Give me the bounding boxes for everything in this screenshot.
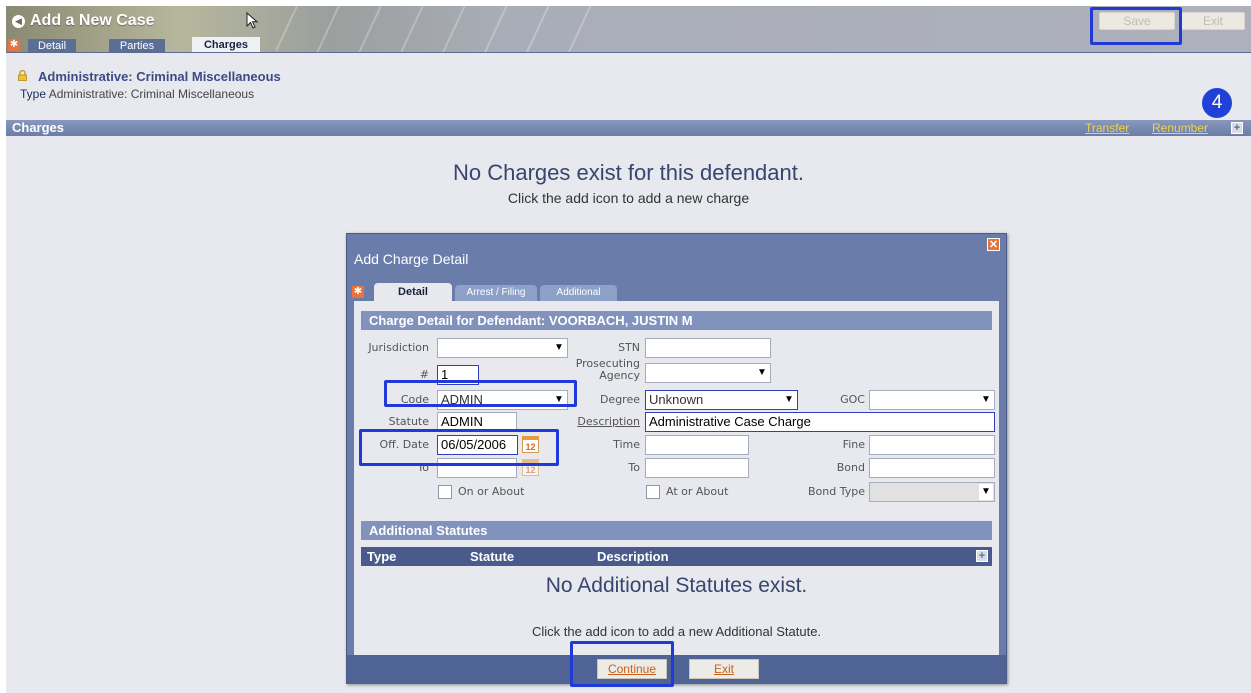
mouse-cursor-icon [246, 12, 259, 29]
chevron-down-icon: ▼ [979, 392, 993, 408]
chevron-down-icon: ▼ [755, 365, 769, 381]
goc-select[interactable]: ▼ [869, 390, 995, 410]
description-label: Description [577, 415, 640, 428]
no-charges-hint: Click the add icon to add a new charge [507, 190, 750, 206]
lock-icon [18, 70, 27, 81]
close-icon[interactable]: ✕ [987, 238, 1000, 251]
bond-label: Bond [836, 461, 865, 474]
case-type: Type Administrative: Criminal Miscellane… [20, 87, 254, 101]
dialog-tabs: ✱ Detail Arrest / Filing Additional [347, 283, 1006, 301]
case-type-value: Administrative: Criminal Miscellaneous [48, 87, 255, 101]
renumber-link[interactable]: Renumber [1152, 121, 1208, 135]
save-highlight-box [1090, 7, 1182, 45]
description-input[interactable]: Administrative Case Charge [645, 412, 995, 432]
offense-date-highlight-box [359, 429, 559, 466]
add-statute-icon[interactable]: + [976, 550, 988, 562]
fine-input[interactable] [869, 435, 995, 455]
charge-detail-section-header: Charge Detail for Defendant: VOORBACH, J… [361, 311, 992, 330]
chevron-down-icon: ▼ [979, 484, 993, 500]
tab-arrest-filing[interactable]: Arrest / Filing [455, 285, 537, 301]
statute-label: Statute [388, 415, 429, 428]
prosecuting-agency-label: Prosecuting Agency [575, 357, 640, 382]
at-or-about-label: At or About [666, 485, 729, 498]
exit-button[interactable]: Exit [1181, 12, 1245, 30]
case-title: Administrative: Criminal Miscellaneous [38, 69, 281, 84]
code-highlight-box [384, 380, 577, 407]
bond-type-select[interactable]: ▼ [869, 482, 995, 502]
back-arrow-icon[interactable]: ◀ [12, 15, 25, 28]
header-divider [6, 52, 1251, 53]
tab-parties[interactable]: Parties [109, 39, 165, 53]
time-input[interactable] [645, 435, 749, 455]
column-type: Type [367, 549, 397, 564]
continue-highlight-box [570, 641, 674, 687]
time-to-input[interactable] [645, 458, 749, 478]
time-to-label: To [628, 461, 640, 474]
on-or-about-checkbox[interactable] [438, 485, 452, 499]
fine-label: Fine [842, 438, 865, 451]
dialog-body: Charge Detail for Defendant: VOORBACH, J… [354, 301, 999, 655]
star-icon[interactable]: ✱ [8, 39, 20, 51]
column-description: Description [597, 549, 669, 564]
no-statutes-hint: Click the add icon to add a new Addition… [531, 624, 822, 639]
dialog-footer: Continue Exit [347, 655, 1006, 684]
goc-label: GOC [840, 393, 865, 406]
tab-detail[interactable]: Detail [374, 283, 452, 301]
add-charge-icon[interactable]: + [1231, 122, 1243, 134]
statutes-table-header: Type Statute Description + [361, 547, 992, 566]
page-header: ◀ Add a New Case ✱ Detail Parties Charge… [6, 6, 1251, 53]
prosecuting-agency-select[interactable]: ▼ [645, 363, 771, 383]
stn-label: STN [618, 341, 640, 354]
header-tabs: ✱ Detail Parties Charges [6, 37, 406, 53]
app-window: ◀ Add a New Case ✱ Detail Parties Charge… [6, 6, 1251, 693]
on-or-about-label: On or About [458, 485, 525, 498]
at-or-about-checkbox[interactable] [646, 485, 660, 499]
jurisdiction-label: Jurisdiction [368, 341, 429, 354]
transfer-link[interactable]: Transfer [1085, 121, 1129, 135]
case-type-label: Type [20, 87, 47, 101]
jurisdiction-select[interactable]: ▼ [437, 338, 568, 358]
bond-input[interactable] [869, 458, 995, 478]
column-statute: Statute [470, 549, 515, 564]
tab-charges[interactable]: Charges [192, 37, 260, 53]
tab-detail[interactable]: Detail [28, 39, 76, 53]
star-icon[interactable]: ✱ [352, 286, 364, 298]
stn-input[interactable] [645, 338, 771, 358]
tab-additional[interactable]: Additional [540, 285, 617, 301]
bond-type-label: Bond Type [808, 485, 865, 498]
no-charges-message: No Charges exist for this defendant. [453, 160, 804, 185]
dialog-title: Add Charge Detail [354, 251, 469, 267]
page-title: Add a New Case [30, 12, 155, 29]
time-label: Time [613, 438, 640, 451]
degree-value: Unknown [649, 392, 704, 407]
dialog-exit-button[interactable]: Exit [689, 659, 759, 679]
charges-section-header: Charges [6, 120, 1251, 136]
additional-statutes-header: Additional Statutes [361, 521, 992, 540]
no-statutes-message: No Additional Statutes exist. [545, 574, 808, 597]
step-badge: 4 [1202, 88, 1232, 118]
degree-select[interactable]: Unknown ▼ [645, 390, 798, 410]
